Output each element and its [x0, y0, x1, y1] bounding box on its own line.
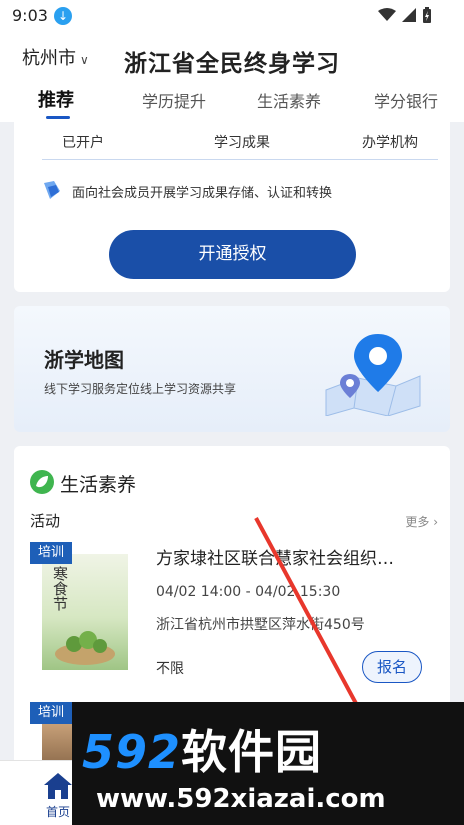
event-tag: 培训: [30, 542, 72, 564]
stats-row: 已开户 学习成果 办学机构: [42, 132, 438, 160]
city-selector[interactable]: 杭州市 ∨: [22, 44, 89, 70]
map-title: 浙学地图: [44, 348, 124, 372]
event-title[interactable]: 方家埭社区联合慧家社会组织…: [156, 544, 412, 569]
event-tag: 培训: [30, 702, 72, 724]
chevron-down-icon: ∨: [80, 53, 89, 67]
tab-life[interactable]: 生活素养: [257, 88, 321, 112]
event-time: 04/02 14:00 - 04/02 15:30: [156, 584, 341, 600]
active-tab-indicator: [46, 116, 70, 119]
tab-bar: 推荐 学历提升 生活素养 学分银行: [0, 88, 464, 122]
more-link[interactable]: 更多 ›: [405, 513, 438, 530]
nav-home-label: 首页: [46, 805, 71, 819]
section-title: 生活素养: [60, 474, 137, 496]
page-title: 浙江省全民终身学习: [124, 51, 340, 77]
auth-card: 已开户 学习成果 办学机构 面向社会成员开展学习成果存储、认证和转换 开通授权: [14, 122, 450, 292]
header: 杭州市 ∨ 浙江省全民终身学习 推荐 学历提升 生活素养 学分银行: [0, 32, 464, 122]
food-basket-icon: [55, 631, 115, 665]
map-pin-icon: [325, 334, 421, 416]
watermark-url: www.592xiazai.com: [96, 784, 386, 814]
watermark-brand-number: 592: [82, 725, 182, 779]
tab-recommend[interactable]: 推荐: [38, 86, 74, 112]
home-icon: [44, 773, 72, 799]
watermark-brand: 592软件园: [82, 716, 322, 782]
signal-icon: [402, 8, 416, 22]
open-authorization-button[interactable]: 开通授权: [109, 230, 356, 279]
map-card[interactable]: 浙学地图 线下学习服务定位线上学习资源共享: [14, 306, 450, 432]
tab-credit-bank[interactable]: 学分银行: [374, 88, 438, 112]
status-bar: 9:03 ↓: [0, 0, 464, 32]
signup-button[interactable]: 报名: [362, 651, 422, 683]
activity-label: 活动: [30, 512, 61, 530]
more-label: 更多: [405, 515, 430, 529]
status-icons: [378, 7, 432, 23]
event-thumbnail[interactable]: 寒食节: [42, 554, 128, 670]
event-limit: 不限: [156, 661, 184, 677]
feature-icon: [44, 181, 60, 199]
status-time: 9:03: [12, 6, 48, 25]
event-address: 浙江省杭州市拱墅区萍水街450号: [156, 617, 365, 633]
stat-accounts: 已开户: [62, 135, 104, 151]
leaf-icon: [30, 470, 54, 494]
wifi-icon: [378, 8, 396, 21]
city-label: 杭州市: [22, 48, 76, 69]
watermark-brand-text: 软件园: [181, 725, 323, 779]
stat-achievements: 学习成果: [214, 135, 270, 151]
feature-text: 面向社会成员开展学习成果存储、认证和转换: [72, 186, 333, 201]
chevron-right-icon: ›: [433, 515, 438, 529]
thumbnail-text: 寒食节: [51, 566, 69, 611]
map-subtitle: 线下学习服务定位线上学习资源共享: [44, 382, 237, 396]
tab-education[interactable]: 学历提升: [142, 88, 206, 112]
stat-institutions: 办学机构: [362, 135, 418, 151]
watermark-banner: 592软件园 www.592xiazai.com: [72, 702, 464, 825]
battery-icon: [423, 7, 431, 23]
download-icon: ↓: [54, 7, 72, 25]
